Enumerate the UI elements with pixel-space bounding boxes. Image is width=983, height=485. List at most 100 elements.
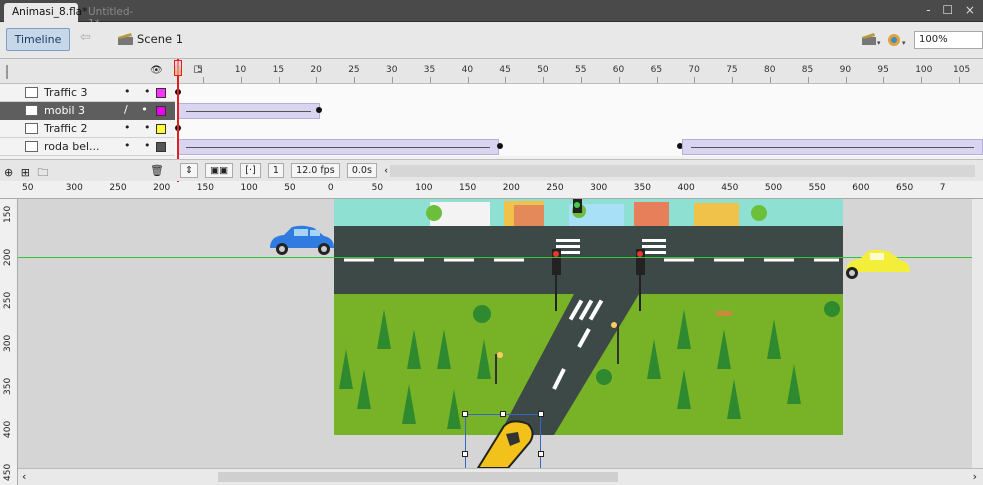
blue-car[interactable] bbox=[266, 224, 338, 258]
ruler-label: 200 bbox=[153, 183, 171, 193]
ruler-label: 100 bbox=[240, 183, 258, 193]
layer-name-cell[interactable]: Traffic 3 • • bbox=[0, 84, 175, 102]
frame-tick bbox=[921, 77, 923, 83]
stage-horizontal-scrollbar[interactable]: ‹ › bbox=[18, 468, 983, 485]
edit-multiple-icon[interactable]: [·] bbox=[240, 163, 261, 178]
traffic-light-3 bbox=[573, 199, 582, 213]
artboard[interactable] bbox=[334, 199, 843, 435]
frame-rate[interactable]: 12.0 fps bbox=[291, 163, 340, 178]
layer-outline-color[interactable] bbox=[156, 106, 166, 116]
new-layer-icons[interactable]: ⊕ ⊞ 🗀 bbox=[4, 164, 50, 183]
panel-grip[interactable] bbox=[6, 65, 8, 79]
transform-handle[interactable] bbox=[538, 451, 544, 457]
frame-number: 70 bbox=[688, 65, 700, 75]
onion-skin-icon[interactable]: ▣▣ bbox=[205, 163, 234, 178]
frame-number: 35 bbox=[423, 65, 436, 75]
back-arrow-icon[interactable]: ⇦ bbox=[80, 30, 91, 45]
scroll-left-icon[interactable]: ‹ bbox=[384, 166, 388, 177]
timeline-button[interactable]: Timeline bbox=[6, 28, 70, 51]
frame-number: 85 bbox=[801, 65, 814, 75]
layer-outline-color[interactable] bbox=[156, 124, 166, 134]
bench bbox=[716, 311, 732, 316]
frame-ruler[interactable]: 👁 🔒 ☐ 5101520253035404550556065707580859… bbox=[0, 59, 983, 84]
tab-untitled-1[interactable]: Untitled-1* bbox=[80, 3, 144, 30]
layer-name[interactable]: Traffic 3 bbox=[44, 86, 88, 99]
layer-name-cell[interactable]: Traffic 2 • • bbox=[0, 120, 175, 138]
frame-number: 105 bbox=[953, 65, 971, 75]
layer-name[interactable]: roda bel... bbox=[44, 140, 100, 153]
layer-outline-color[interactable] bbox=[156, 88, 166, 98]
frame-number: 75 bbox=[726, 65, 738, 75]
transform-handle[interactable] bbox=[538, 411, 544, 417]
scroll-right-arrow-icon[interactable]: › bbox=[973, 470, 977, 483]
window-controls[interactable]: - ☐ × bbox=[926, 3, 979, 17]
scrollbar-thumb[interactable] bbox=[218, 472, 618, 482]
current-frame: 1 bbox=[267, 163, 284, 178]
ruler-label: 400 bbox=[677, 183, 695, 193]
ruler-label: 500 bbox=[764, 183, 783, 193]
transform-handle[interactable] bbox=[500, 411, 506, 417]
frame-controls: ⇕ ▣▣ [·] 1 12.0 fps 0.0s ‹ bbox=[180, 163, 388, 178]
frame-number: 95 bbox=[877, 65, 889, 75]
frame-tick bbox=[732, 77, 734, 83]
frame-number: 45 bbox=[499, 65, 511, 75]
transform-handle[interactable] bbox=[462, 451, 468, 457]
layer-frames[interactable] bbox=[175, 120, 983, 138]
edit-symbols-icons[interactable]: ▾ ▾ bbox=[860, 31, 912, 47]
ruler-label: 200 bbox=[3, 248, 13, 266]
stage-area[interactable]: 50 300 250 200 150 100 50 0 50 100 150 200 250 300 350… bbox=[0, 182, 983, 485]
scene-label[interactable]: Scene 1 bbox=[137, 32, 183, 46]
layer-visibility-dots[interactable]: • • bbox=[124, 139, 155, 152]
layer-visibility-dots[interactable]: • • bbox=[124, 121, 155, 134]
timeline-scrollbar[interactable] bbox=[390, 165, 975, 177]
yellow-car[interactable] bbox=[842, 248, 914, 282]
layer-name-cell[interactable]: roda bel... • • bbox=[0, 138, 175, 156]
ruler-label: 150 bbox=[3, 205, 13, 223]
scene-clapper-icon bbox=[118, 33, 133, 45]
frame-number: 60 bbox=[612, 65, 625, 75]
layer-icon bbox=[25, 105, 38, 116]
frame-number: 30 bbox=[386, 65, 398, 75]
frame-numbers[interactable]: 5 10 15 20 25 30 35 40 45 50 55 60 65 70 75 80 85 90 95 100… bbox=[175, 59, 983, 84]
layer-name[interactable]: mobil 3 bbox=[44, 104, 85, 117]
frame-tick bbox=[203, 77, 204, 83]
selection-box[interactable] bbox=[462, 411, 544, 474]
layer-visibility-dots[interactable]: • • bbox=[124, 85, 155, 98]
tab-animasi-8[interactable]: Animasi_8.fla* bbox=[4, 3, 87, 22]
frame-number: 50 bbox=[537, 65, 549, 75]
frame-tick bbox=[581, 77, 582, 83]
ruler-label: 250 bbox=[546, 183, 564, 193]
layer-name-cell[interactable]: mobil 3 / • • bbox=[0, 102, 175, 120]
scroll-left-arrow-icon[interactable]: ‹ bbox=[22, 470, 26, 483]
motion-tween[interactable] bbox=[177, 103, 320, 119]
layer-row-traffic-2[interactable]: Traffic 2 • • bbox=[0, 120, 983, 138]
frame-tick bbox=[959, 77, 960, 83]
layer-frames[interactable] bbox=[175, 84, 983, 102]
frame-number: 15 bbox=[272, 65, 285, 75]
ruler-label: 50 bbox=[22, 183, 34, 193]
frame-tick bbox=[770, 77, 771, 83]
frame-number: 10 bbox=[234, 65, 247, 75]
vertical-scrollbar[interactable] bbox=[972, 199, 983, 468]
trash-icon[interactable]: 🗑 bbox=[150, 164, 164, 177]
ruler-label: 550 bbox=[808, 183, 826, 193]
layer-name[interactable]: Traffic 2 bbox=[44, 122, 88, 135]
timeline-footer: ⊕ ⊞ 🗀 🗑 ⇕ ▣▣ [·] 1 12.0 fps 0.0s ‹ bbox=[0, 159, 983, 181]
transform-handle[interactable] bbox=[462, 411, 468, 417]
vertical-ruler: 150 200 250 300 350 400 450 bbox=[0, 199, 18, 485]
layer-row-traffic-3[interactable]: Traffic 3 • • bbox=[0, 84, 983, 102]
zoom-field[interactable]: 100% bbox=[914, 31, 983, 49]
ruler-label: 300 bbox=[65, 183, 83, 193]
layer-frames[interactable] bbox=[175, 138, 983, 156]
guide-line[interactable] bbox=[18, 257, 983, 258]
layer-frames[interactable] bbox=[175, 102, 983, 120]
center-frame-icon[interactable]: ⇕ bbox=[180, 163, 198, 178]
ruler-label: 0 bbox=[327, 183, 334, 193]
playhead-handle[interactable] bbox=[174, 60, 182, 76]
motion-tween[interactable] bbox=[177, 139, 499, 155]
layer-row-mobil-3[interactable]: mobil 3 / • • bbox=[0, 102, 983, 120]
motion-tween[interactable] bbox=[682, 139, 983, 155]
layer-row-roda-bel[interactable]: roda bel... • • bbox=[0, 138, 983, 156]
frame-tick bbox=[807, 77, 809, 83]
layer-outline-color[interactable] bbox=[156, 142, 166, 152]
